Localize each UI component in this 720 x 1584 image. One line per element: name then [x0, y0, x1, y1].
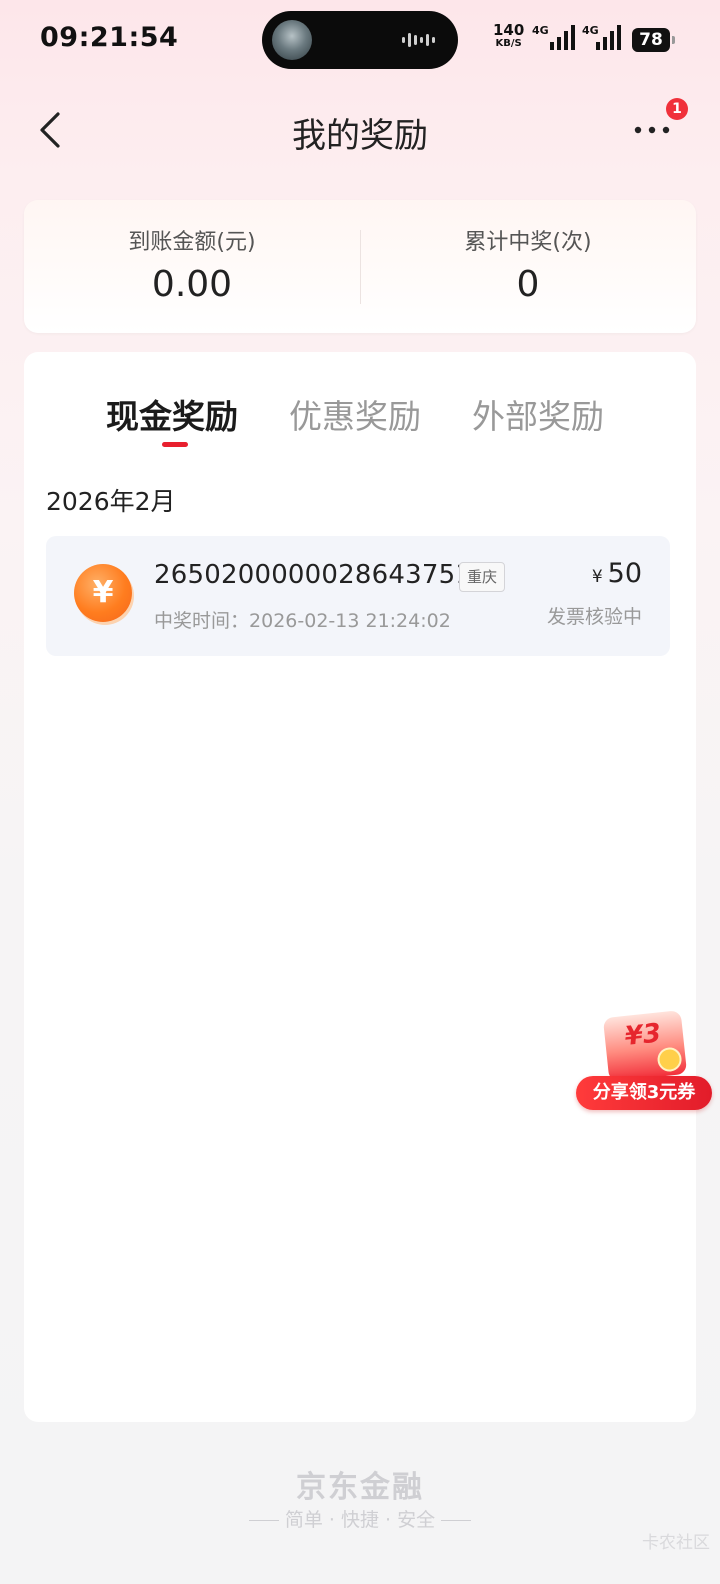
amount-number: 50: [607, 558, 642, 589]
record-status: 发票核验中: [546, 606, 642, 628]
status-time: 09:21:54: [40, 22, 179, 53]
red-envelope-icon: ¥3: [602, 1010, 688, 1082]
share-coupon-widget[interactable]: ¥3 分享领3元券: [576, 1010, 716, 1114]
signal-4g-icon: 4G: [532, 24, 575, 50]
signal2-label: 4G: [582, 24, 599, 37]
record-time: 中奖时间：2026-02-13 21:24:02: [154, 606, 451, 633]
record-amount: ¥50: [592, 558, 642, 589]
currency-symbol: ¥: [591, 567, 603, 587]
reward-summary-card: 到账金额(元) 0.00 累计中奖(次) 0: [24, 200, 696, 333]
page-title: 我的奖励: [292, 116, 428, 156]
battery-indicator: 78: [632, 28, 675, 52]
status-bar: 09:21:54 140 KB/S 4G 4G 78: [0, 0, 720, 80]
audio-wave-icon: [402, 33, 435, 47]
record-time-label: 中奖时间：: [154, 610, 250, 632]
footer-brand: 京东金融: [296, 1470, 424, 1505]
now-playing-artwork: [272, 20, 312, 60]
coin-icon: [656, 1046, 683, 1073]
count-value: 0: [516, 264, 540, 305]
count-label: 累计中奖(次): [464, 230, 592, 255]
tab-discount-rewards[interactable]: 优惠奖励: [289, 390, 421, 438]
watermark: 卡农社区: [642, 1533, 710, 1553]
reward-record[interactable]: ¥ 265020000002864375​11 重庆 中奖时间：2026-02-…: [46, 536, 670, 656]
region-tag: 重庆: [459, 562, 506, 592]
amount-summary: 到账金额(元) 0.00: [24, 200, 360, 333]
active-tab-indicator: [162, 442, 188, 447]
month-header: 2026年2月: [46, 487, 176, 516]
signal-4g-icon: 4G: [582, 24, 621, 50]
network-speed-unit: KB/S: [495, 38, 522, 49]
slogan-text: 简单 · 快捷 · 安全: [284, 1509, 436, 1531]
amount-label: 到账金额(元): [128, 230, 256, 255]
amount-value: 0.00: [151, 264, 233, 305]
slogan-line-left: [248, 1520, 279, 1521]
signal1-label: 4G: [532, 24, 549, 37]
envelope-value: ¥3: [623, 1018, 663, 1052]
network-speed: 140 KB/S: [493, 23, 524, 50]
dynamic-island[interactable]: [262, 11, 458, 69]
tab-external-rewards[interactable]: 外部奖励: [472, 390, 604, 438]
yen-coin-icon: ¥: [74, 564, 132, 622]
footer-slogan: 简单 · 快捷 · 安全: [0, 1505, 720, 1532]
share-coupon-button[interactable]: 分享领3元券: [576, 1076, 712, 1110]
record-time-value: 2026-02-13 21:24:02: [249, 610, 451, 632]
count-summary: 累计中奖(次) 0: [360, 200, 696, 333]
rewards-list-card: 现金奖励 优惠奖励 外部奖励 2026年2月 ¥ 265020000002864…: [24, 352, 696, 1422]
slogan-line-right: [441, 1520, 472, 1521]
notification-badge: 1: [666, 98, 688, 120]
tab-cash-rewards[interactable]: 现金奖励: [106, 390, 238, 438]
record-id: 265020000002864375​11: [154, 560, 489, 590]
